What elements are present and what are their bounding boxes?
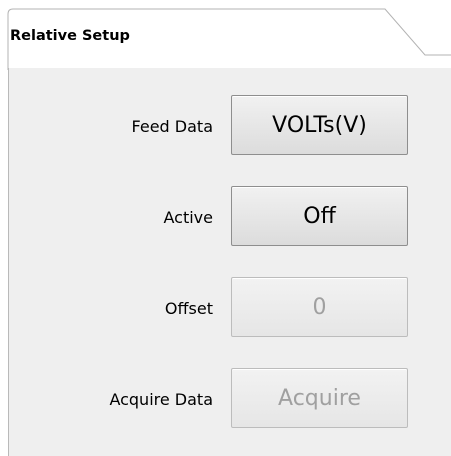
relative-setup-panel: Feed Data VOLTs(V) Active Off Offset 0 A… [8,68,451,456]
acquire-data-label: Acquire Data [109,390,213,409]
offset-label: Offset [164,299,213,318]
active-label: Active [163,208,214,227]
relative-setup-window: Relative Setup Feed Data VOLTs(V) Active… [0,0,451,456]
acquire-button[interactable]: Acquire [231,368,408,428]
feed-data-button[interactable]: VOLTs(V) [231,95,408,155]
feed-data-label: Feed Data [131,117,213,136]
active-toggle-button[interactable]: Off [231,186,408,246]
offset-input[interactable]: 0 [231,277,408,337]
tab-relative-setup[interactable]: Relative Setup [10,28,130,44]
tab-strip: Relative Setup [0,0,451,70]
